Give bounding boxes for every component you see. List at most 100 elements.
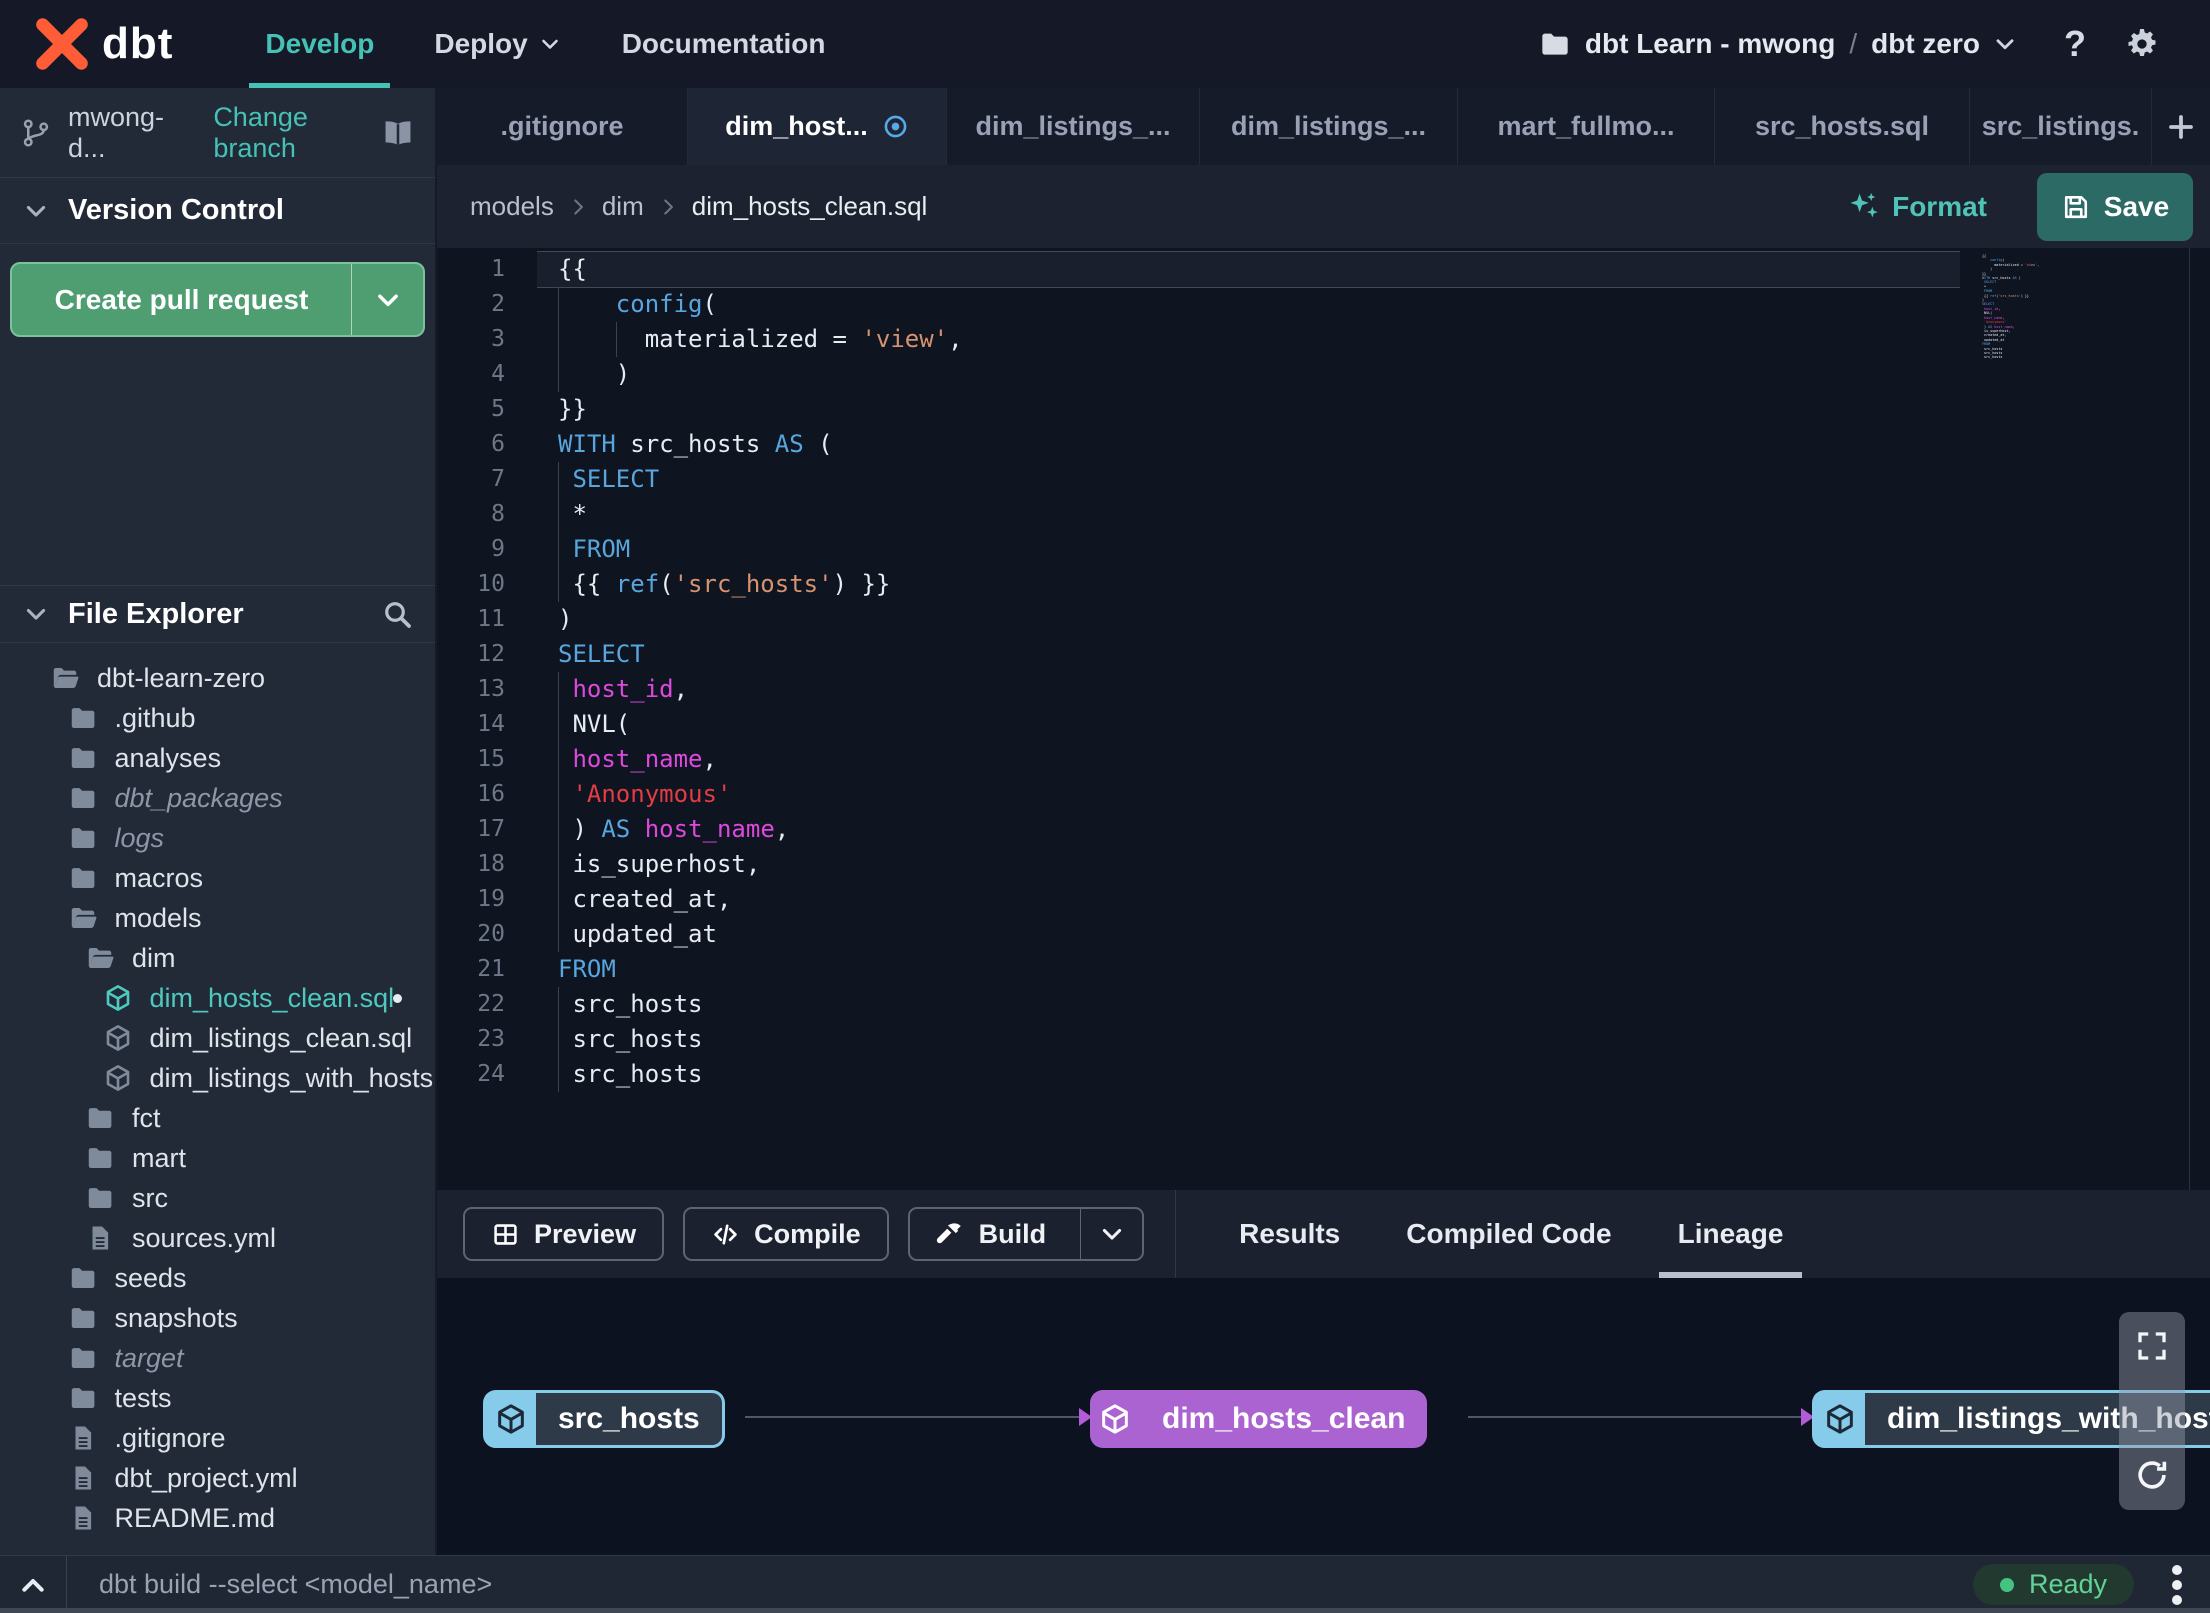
code-line-21[interactable]: 21 FROM: [437, 952, 2210, 987]
code-line-13[interactable]: 13 host_id,: [437, 672, 2210, 707]
file-tree-item-seeds[interactable]: seeds: [0, 1258, 435, 1298]
code-line-8[interactable]: 8 *: [437, 497, 2210, 532]
code-line-9[interactable]: 9 FROM: [437, 532, 2210, 567]
nav-item-documentation[interactable]: Documentation: [622, 0, 826, 88]
build-options-chevron[interactable]: [1080, 1209, 1142, 1259]
project-name[interactable]: dbt zero: [1871, 28, 1980, 60]
file-tree-item-fct[interactable]: fct: [0, 1098, 435, 1138]
file-tree-item-dim[interactable]: dim: [0, 938, 435, 978]
kebab-menu-icon[interactable]: [2162, 1559, 2192, 1611]
search-icon[interactable]: [381, 598, 413, 630]
top-navbar: dbt Develop Deploy Documentation dbt Learn…: [0, 0, 2210, 88]
minimap[interactable]: {{ config( materialized = 'view', )}} WIT…: [1982, 254, 2062, 360]
file-explorer-header[interactable]: File Explorer: [0, 585, 435, 643]
file-tree-item-tests[interactable]: tests: [0, 1378, 435, 1418]
editor-tab-src-listings[interactable]: src_listings.: [1970, 88, 2152, 165]
grid-icon: [491, 1220, 520, 1249]
tree-icon folder-icon: [85, 1143, 115, 1173]
save-button[interactable]: Save: [2037, 172, 2193, 241]
fullscreen-icon[interactable]: [2134, 1328, 2170, 1364]
docs-book-icon[interactable]: [381, 116, 415, 150]
panel-toggle-button[interactable]: [0, 1569, 66, 1601]
file-tree-item-src[interactable]: src: [0, 1178, 435, 1218]
file-tree-item-mart[interactable]: mart: [0, 1138, 435, 1178]
tree-icon folder-icon: [85, 1103, 115, 1133]
file-tree-item-dim-listings-with-hosts[interactable]: dim_listings_with_hosts...: [0, 1058, 435, 1098]
tab-lineage[interactable]: Lineage: [1645, 1190, 1817, 1278]
nav-item-develop[interactable]: Develop: [249, 0, 391, 88]
file-tree-item-dbt-project-yml[interactable]: dbt_project.yml: [0, 1458, 435, 1498]
editor-tab-src-hosts-sql[interactable]: src_hosts.sql: [1715, 88, 1970, 165]
dbt-logo-icon[interactable]: [34, 16, 90, 72]
code-line-16[interactable]: 16 'Anonymous': [437, 777, 2210, 812]
version-control-header[interactable]: Version Control: [0, 178, 435, 244]
code-line-2[interactable]: 2 config(: [437, 287, 2210, 322]
chevron-down-icon[interactable]: [1992, 31, 2018, 57]
run-actions: Preview Compile Build: [463, 1207, 1163, 1261]
file-tree-item-sources-yml[interactable]: sources.yml: [0, 1218, 435, 1258]
tab-results[interactable]: Results: [1206, 1190, 1373, 1278]
save-floppy-icon: [2061, 192, 2091, 222]
code-line-10[interactable]: 10 {{ ref('src_hosts') }}: [437, 567, 2210, 602]
file-tree-item-snapshots[interactable]: snapshots: [0, 1298, 435, 1338]
lineage-node-dim-hosts-clean[interactable]: dim_hosts_clean: [1090, 1390, 1428, 1448]
code-line-11[interactable]: 11): [437, 602, 2210, 637]
lineage-graph[interactable]: src_hosts dim_hosts_clean dim_listings_wit…: [437, 1278, 2210, 1555]
code-line-19[interactable]: 19 created_at,: [437, 882, 2210, 917]
compile-button[interactable]: Compile: [683, 1207, 889, 1261]
reset-view-icon[interactable]: [2133, 1456, 2171, 1494]
nav-item-deploy[interactable]: Deploy: [434, 0, 561, 88]
code-line-23[interactable]: 23 src_hosts: [437, 1022, 2210, 1057]
tab-compiled-code[interactable]: Compiled Code: [1373, 1190, 1644, 1278]
code-line-6[interactable]: 6 WITH src_hosts AS (: [437, 427, 2210, 462]
editor-tab-dim-listings[interactable]: dim_listings_...: [947, 88, 1200, 165]
account-name[interactable]: dbt Learn - mwong: [1585, 28, 1835, 60]
code-line-7[interactable]: 7 SELECT: [437, 462, 2210, 497]
breadcrumb-item-dim-hosts-clean-sql[interactable]: dim_hosts_clean.sql: [692, 191, 928, 222]
tree-icon folder-icon: [68, 863, 98, 893]
code-line-20[interactable]: 20 updated_at: [437, 917, 2210, 952]
pr-options-chevron[interactable]: [351, 264, 423, 335]
preview-button[interactable]: Preview: [463, 1207, 665, 1261]
editor-tab-dim-listings[interactable]: dim_listings_...: [1200, 88, 1458, 165]
settings-gear-icon[interactable]: [2124, 26, 2160, 62]
file-tree-item-dim-listings-clean-sql[interactable]: dim_listings_clean.sql: [0, 1018, 435, 1058]
file-tree-item-logs[interactable]: logs: [0, 818, 435, 858]
editor-tab-dim-host[interactable]: dim_host...: [688, 88, 947, 165]
code-line-1[interactable]: 1{{: [437, 252, 2210, 287]
new-tab-button[interactable]: [2152, 88, 2210, 165]
create-pull-request-button[interactable]: Create pull request: [10, 262, 425, 337]
breadcrumb-item-dim[interactable]: dim: [602, 191, 644, 222]
file-tree-item-readme-md[interactable]: README.md: [0, 1498, 435, 1538]
code-line-5[interactable]: 5}}: [437, 392, 2210, 427]
format-button[interactable]: Format: [1846, 190, 1987, 224]
code-line-18[interactable]: 18 is_superhost,: [437, 847, 2210, 882]
file-tree-item-dim-hosts-clean-sql[interactable]: dim_hosts_clean.sql: [0, 978, 435, 1018]
file-tree-item-dbt-packages[interactable]: dbt_packages: [0, 778, 435, 818]
file-tree-item-models[interactable]: models: [0, 898, 435, 938]
file-tree-item-dbt-learn-zero[interactable]: dbt-learn-zero: [0, 658, 435, 698]
command-input[interactable]: dbt build --select <model_name>: [99, 1569, 492, 1600]
change-branch-link[interactable]: Change branch: [213, 102, 381, 164]
code-line-24[interactable]: 24 src_hosts: [437, 1057, 2210, 1092]
build-button[interactable]: Build: [907, 1207, 1145, 1261]
file-tree-item-macros[interactable]: macros: [0, 858, 435, 898]
editor-tab-gitignore[interactable]: .gitignore: [437, 88, 688, 165]
editor-tab-mart-fullmo[interactable]: mart_fullmo...: [1458, 88, 1715, 165]
breadcrumb-item-models[interactable]: models: [470, 191, 554, 222]
help-button[interactable]: ?: [2064, 23, 2086, 65]
code-editor[interactable]: 1{{2 config(3 materialized = 'view', 4 ) 5…: [437, 248, 2210, 1190]
file-tree-item-gitignore[interactable]: .gitignore: [0, 1418, 435, 1458]
code-line-14[interactable]: 14 NVL(: [437, 707, 2210, 742]
file-tree-item-target[interactable]: target: [0, 1338, 435, 1378]
code-line-3[interactable]: 3 materialized = 'view',: [437, 322, 2210, 357]
file-tree-item-github[interactable]: .github: [0, 698, 435, 738]
tree-icon model-cube-icon: [103, 983, 133, 1013]
lineage-node-src-hosts[interactable]: src_hosts: [483, 1390, 725, 1448]
code-line-17[interactable]: 17 ) AS host_name,: [437, 812, 2210, 847]
code-line-22[interactable]: 22 src_hosts: [437, 987, 2210, 1022]
code-line-12[interactable]: 12 SELECT: [437, 637, 2210, 672]
code-line-15[interactable]: 15 host_name,: [437, 742, 2210, 777]
file-tree-item-analyses[interactable]: analyses: [0, 738, 435, 778]
code-line-4[interactable]: 4 ): [437, 357, 2210, 392]
